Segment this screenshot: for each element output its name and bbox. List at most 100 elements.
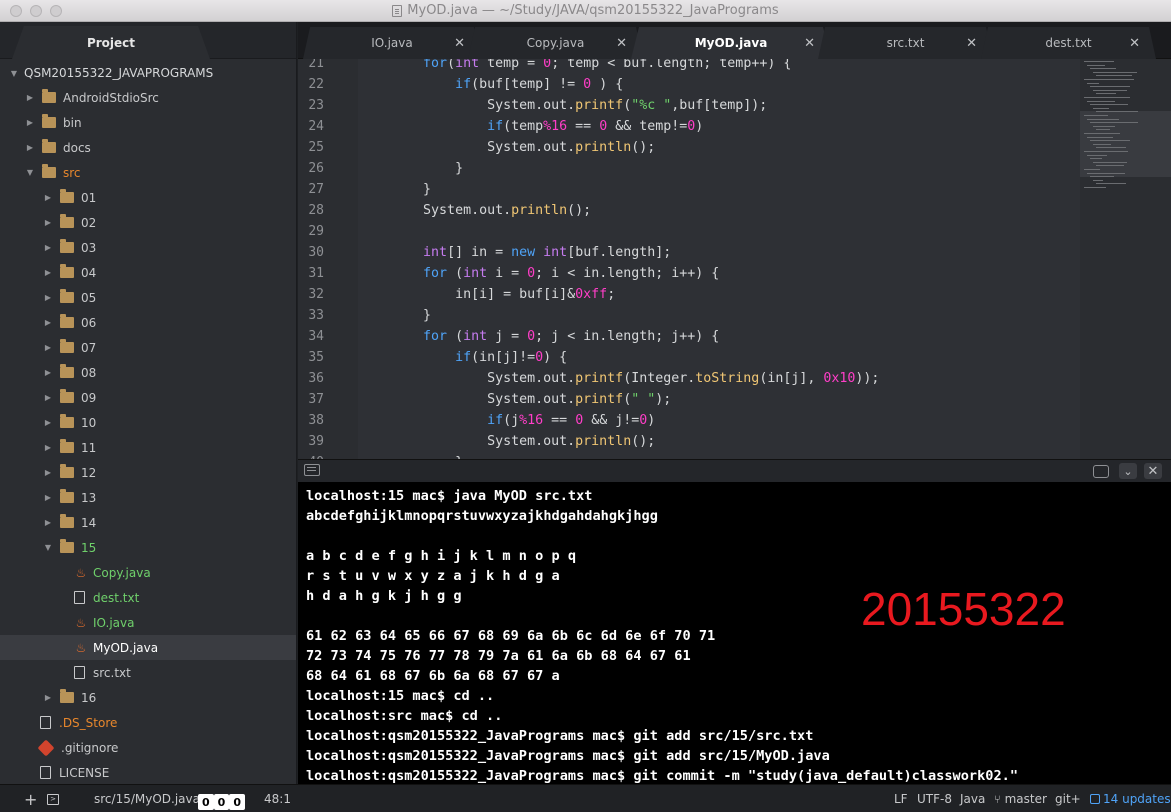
close-icon[interactable]: ✕ (1129, 36, 1140, 51)
code-line[interactable]: 27 } (298, 179, 1078, 200)
chevron-right-icon: ▶ (44, 518, 52, 527)
code-line[interactable]: 35 if(in[j]!=0) { (298, 347, 1078, 368)
tree-item-05[interactable]: ▶ 05 (0, 285, 296, 310)
git-plus[interactable]: git+ (1055, 785, 1081, 812)
tree-item-15[interactable]: ▼ 15 (0, 535, 296, 560)
minimap-line (1093, 179, 1103, 181)
sidebar-tab-bar: Project (0, 22, 296, 59)
close-terminal-button[interactable]: ✕ (1144, 463, 1162, 479)
chevron-right-icon: ▶ (44, 368, 52, 377)
minimap-line (1093, 161, 1127, 163)
tree-item-03[interactable]: ▶ 03 (0, 235, 296, 260)
grammar[interactable]: Java (960, 785, 985, 812)
code-line[interactable]: 26 } (298, 158, 1078, 179)
cursor-position[interactable]: 48:1 (264, 785, 291, 812)
code-line[interactable]: 23 System.out.printf("%c ",buf[temp]); (298, 95, 1078, 116)
file-path[interactable]: src/15/MyOD.java (94, 785, 200, 812)
tree-item-bin[interactable]: ▶ bin (0, 110, 296, 135)
code-line[interactable]: 30 int[] in = new int[buf.length]; (298, 242, 1078, 263)
minimap-line (1096, 147, 1126, 149)
tree-item-04[interactable]: ▶ 04 (0, 260, 296, 285)
tab-copy-java[interactable]: Copy.java ✕ (468, 27, 643, 59)
tree-item-01[interactable]: ▶ 01 (0, 185, 296, 210)
minimap[interactable] (1080, 59, 1171, 459)
folder-icon (60, 514, 74, 528)
tree-file-gitignore[interactable]: .gitignore (0, 735, 296, 760)
minimap-line (1084, 97, 1130, 98)
close-icon[interactable]: ✕ (616, 36, 627, 51)
tree-item-docs[interactable]: ▶ docs (0, 135, 296, 160)
code-area[interactable]: 21 for(int temp = 0; temp < buf.length; … (298, 59, 1078, 459)
code-line[interactable]: 28 System.out.println(); (298, 200, 1078, 221)
tree-item-14[interactable]: ▶ 14 (0, 510, 296, 535)
code-line[interactable]: 36 System.out.printf(Integer.toString(in… (298, 368, 1078, 389)
tree-item-16[interactable]: ▶ 16 (0, 685, 296, 710)
tree-item-11[interactable]: ▶ 11 (0, 435, 296, 460)
folder-icon (60, 239, 74, 253)
tree-file-io-java[interactable]: ♨ IO.java (0, 610, 296, 635)
tab-io-java[interactable]: IO.java ✕ (303, 27, 481, 59)
zoom-window-button[interactable] (50, 5, 62, 17)
code-line[interactable]: 25 System.out.println(); (298, 137, 1078, 158)
tree-root[interactable]: ▼ QSM20155322_JAVAPROGRAMS (0, 61, 296, 85)
java-file-icon: ♨ (75, 615, 87, 630)
tab-myod-java[interactable]: MyOD.java ✕ (631, 27, 831, 59)
code-line[interactable]: 32 in[i] = buf[i]&0xff; (298, 284, 1078, 305)
close-icon[interactable]: ✕ (454, 36, 465, 51)
tree-file-myod-java[interactable]: ♨ MyOD.java (0, 635, 296, 660)
tree-item-07[interactable]: ▶ 07 (0, 335, 296, 360)
minimap-line (1093, 89, 1127, 91)
tree-root-label: QSM20155322_JAVAPROGRAMS (24, 66, 214, 80)
close-icon[interactable]: ✕ (804, 36, 815, 51)
tree-item-02[interactable]: ▶ 02 (0, 210, 296, 235)
code-text: } (359, 308, 432, 323)
tab-src-txt[interactable]: src.txt ✕ (818, 27, 993, 59)
tree-item-10[interactable]: ▶ 10 (0, 410, 296, 435)
code-line[interactable]: 24 if(temp%16 == 0 && temp!=0) (298, 116, 1078, 137)
updates-button[interactable]: 14 updates (1090, 785, 1171, 812)
code-line[interactable]: 40 } (298, 452, 1078, 459)
close-icon[interactable]: ✕ (966, 36, 977, 51)
add-icon[interactable]: + (24, 785, 37, 812)
keyboard-icon[interactable] (304, 464, 320, 476)
window-controls[interactable] (10, 5, 62, 17)
tree-item-androidstdiosrc[interactable]: ▶ AndroidStdioSrc (0, 85, 296, 110)
close-window-button[interactable] (10, 5, 22, 17)
tree-file-copy-java[interactable]: ♨ Copy.java (0, 560, 296, 585)
terminal-panel[interactable]: localhost:15 mac$ java MyOD src.txt abcde… (298, 482, 1171, 784)
tab-project[interactable]: Project (12, 26, 210, 59)
tree-file-license[interactable]: LICENSE (0, 760, 296, 784)
code-line[interactable]: 34 for (int j = 0; j < in.length; j++) { (298, 326, 1078, 347)
git-branch[interactable]: ⑂ master (994, 785, 1047, 812)
code-line[interactable]: 37 System.out.printf(" "); (298, 389, 1078, 410)
chevron-down-icon[interactable]: ⌄ (1119, 463, 1137, 479)
code-line[interactable]: 31 for (int i = 0; i < in.length; i++) { (298, 263, 1078, 284)
tree-item-13[interactable]: ▶ 13 (0, 485, 296, 510)
tab-dest-txt[interactable]: dest.txt ✕ (981, 27, 1156, 59)
tree-item-06[interactable]: ▶ 06 (0, 310, 296, 335)
maximize-terminal-button[interactable] (1093, 465, 1109, 478)
tree-file-src-txt[interactable]: src.txt (0, 660, 296, 685)
terminal-icon[interactable]: > (47, 785, 59, 812)
code-line[interactable]: 22 if(buf[temp] != 0 ) { (298, 74, 1078, 95)
code-text: in[i] = buf[i]&0xff; (359, 287, 616, 302)
code-line[interactable]: 21 for(int temp = 0; temp < buf.length; … (298, 59, 1078, 74)
counter-badges[interactable]: 0 0 0 (198, 785, 245, 812)
code-line[interactable]: 39 System.out.println(); (298, 431, 1078, 452)
tree-file-ds-store[interactable]: .DS_Store (0, 710, 296, 735)
code-editor[interactable]: 21 for(int temp = 0; temp < buf.length; … (298, 59, 1171, 459)
tree-item-12[interactable]: ▶ 12 (0, 460, 296, 485)
text-file-icon (74, 591, 85, 604)
minimize-window-button[interactable] (30, 5, 42, 17)
code-text: if(j%16 == 0 && j!=0) (487, 413, 656, 428)
tree-item-08[interactable]: ▶ 08 (0, 360, 296, 385)
tree-item-src[interactable]: ▼ src (0, 160, 296, 185)
tree-file-dest-txt[interactable]: dest.txt (0, 585, 296, 610)
code-line[interactable]: 38 if(j%16 == 0 && j!=0) (298, 410, 1078, 431)
tree-item-09[interactable]: ▶ 09 (0, 385, 296, 410)
code-line[interactable]: 33 } (298, 305, 1078, 326)
line-number: 23 (308, 98, 324, 113)
code-line[interactable]: 29 (298, 221, 1078, 242)
encoding[interactable]: UTF-8 (917, 785, 952, 812)
line-ending[interactable]: LF (894, 785, 908, 812)
